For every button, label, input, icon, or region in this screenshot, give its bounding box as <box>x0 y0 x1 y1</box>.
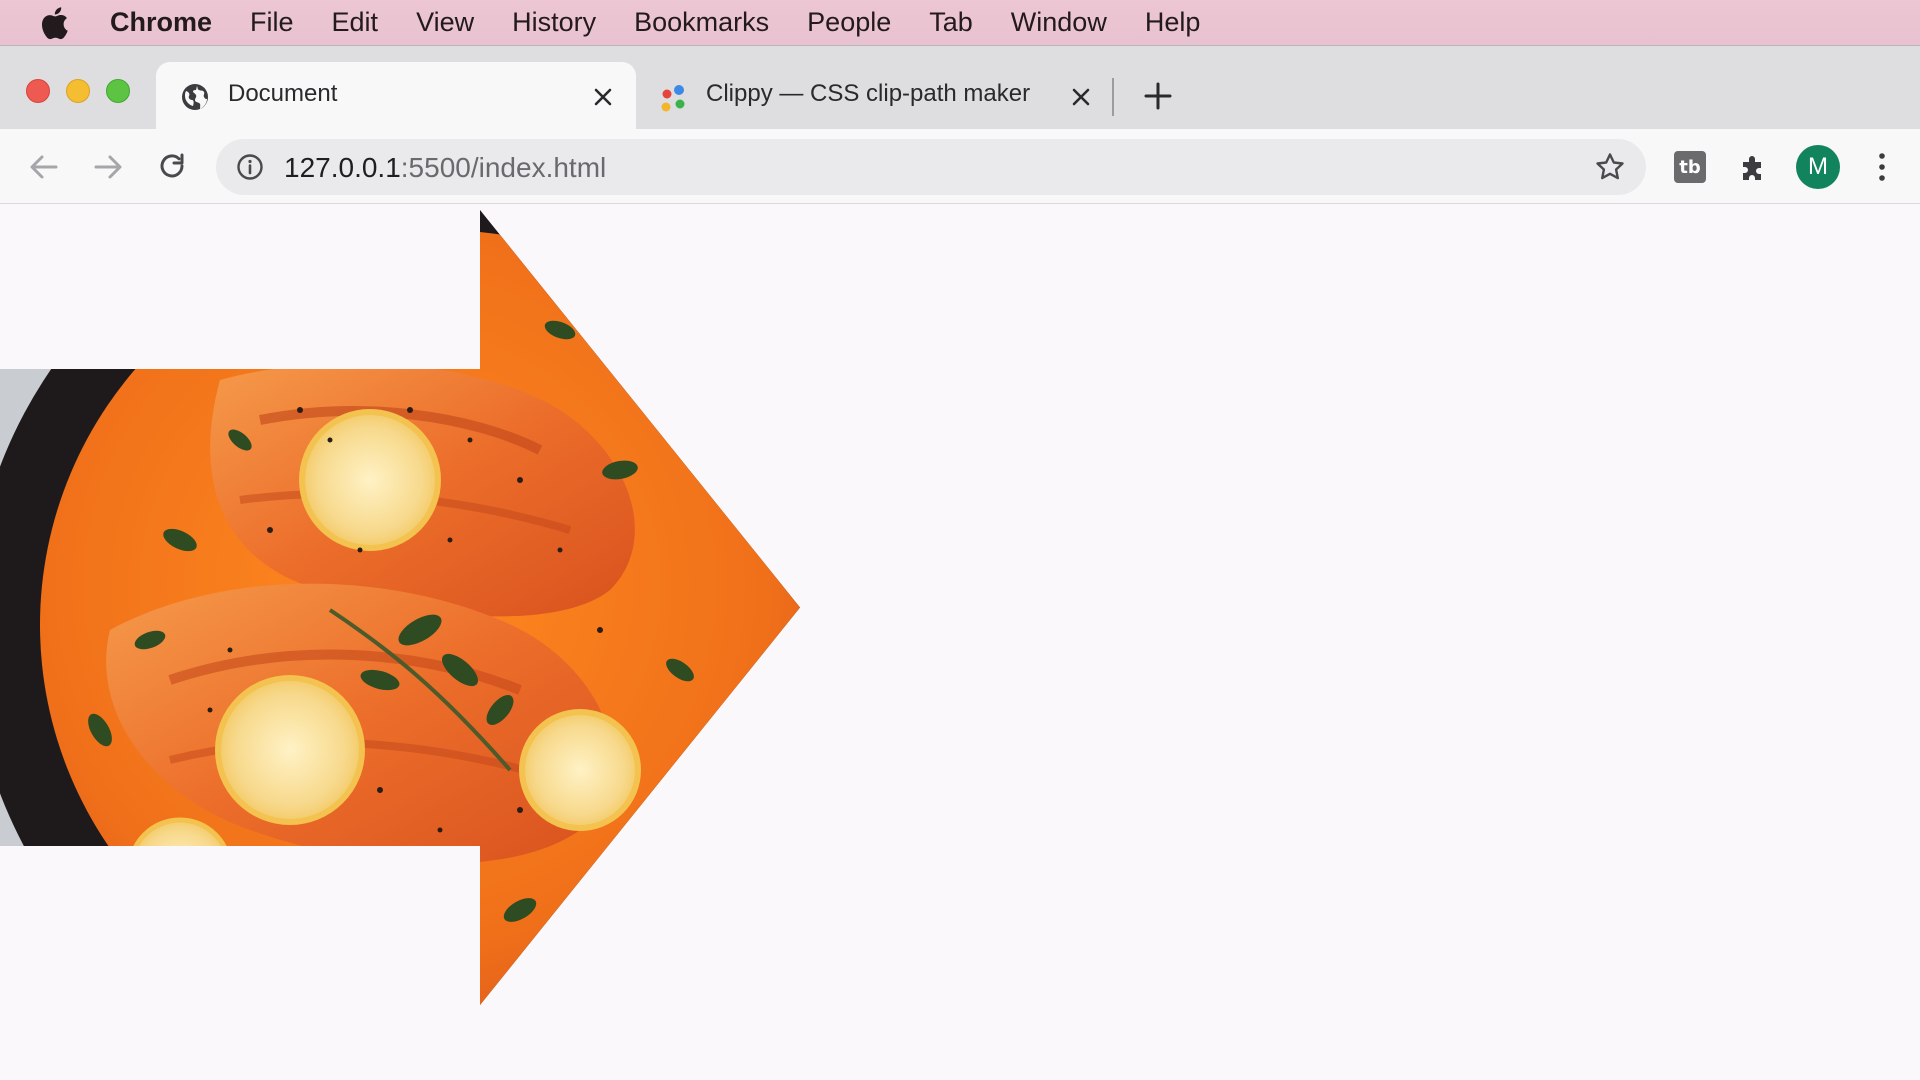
clippy-favicon-icon <box>658 82 690 114</box>
url-host: 127.0.0.1 <box>284 152 401 183</box>
menu-history[interactable]: History <box>512 7 596 38</box>
puzzle-icon <box>1743 156 1761 180</box>
bookmark-star-icon[interactable] <box>1594 151 1626 183</box>
kebab-menu-icon <box>1879 153 1885 181</box>
info-icon[interactable] <box>236 153 264 181</box>
plus-icon <box>1144 82 1172 110</box>
menu-app-name[interactable]: Chrome <box>110 7 212 38</box>
tab-separator <box>1112 78 1114 116</box>
close-window-button[interactable] <box>26 79 50 103</box>
back-button[interactable] <box>24 147 64 187</box>
fullscreen-window-button[interactable] <box>106 79 130 103</box>
menu-window[interactable]: Window <box>1011 7 1107 38</box>
extensions-button[interactable] <box>1734 147 1774 187</box>
reload-icon <box>160 153 184 178</box>
url-text[interactable]: 127.0.0.1:5500/index.html <box>284 152 606 184</box>
menu-tab[interactable]: Tab <box>929 7 973 38</box>
arrow-right-icon <box>94 155 122 179</box>
tab-document[interactable]: Document <box>156 62 636 130</box>
globe-icon <box>180 82 210 112</box>
minimize-window-button[interactable] <box>66 79 90 103</box>
menu-bookmarks[interactable]: Bookmarks <box>634 7 769 38</box>
tab-title: Clippy — CSS clip-path maker <box>706 80 1031 107</box>
page-content <box>0 205 1920 1080</box>
salmon-dish-image <box>0 210 800 1005</box>
profile-avatar[interactable]: M <box>1796 145 1840 189</box>
close-tab-icon[interactable] <box>1066 82 1096 112</box>
chrome-menu-button[interactable] <box>1862 147 1902 187</box>
tab-title: Document <box>228 80 338 107</box>
reload-button[interactable] <box>152 147 192 187</box>
forward-button[interactable] <box>88 147 128 187</box>
tab-clippy[interactable]: Clippy — CSS clip-path maker <box>640 62 1110 130</box>
menu-edit[interactable]: Edit <box>332 7 379 38</box>
tb-extension-icon[interactable]: tb <box>1674 151 1706 183</box>
menu-people[interactable]: People <box>807 7 891 38</box>
apple-logo-icon[interactable] <box>36 5 72 41</box>
menu-help[interactable]: Help <box>1145 7 1201 38</box>
new-tab-button[interactable] <box>1140 78 1176 114</box>
close-tab-icon[interactable] <box>588 82 618 112</box>
address-bar[interactable]: 127.0.0.1:5500/index.html <box>216 139 1646 195</box>
macos-menu-bar: Chrome File Edit View History Bookmarks … <box>0 0 1920 45</box>
browser-toolbar: 127.0.0.1:5500/index.html tb M <box>0 129 1920 204</box>
url-path: :5500/index.html <box>400 152 607 183</box>
tab-strip: Document Clippy — CSS clip-path maker <box>0 45 1920 130</box>
arrow-left-icon <box>30 155 58 179</box>
menu-view[interactable]: View <box>416 7 474 38</box>
menu-file[interactable]: File <box>250 7 294 38</box>
